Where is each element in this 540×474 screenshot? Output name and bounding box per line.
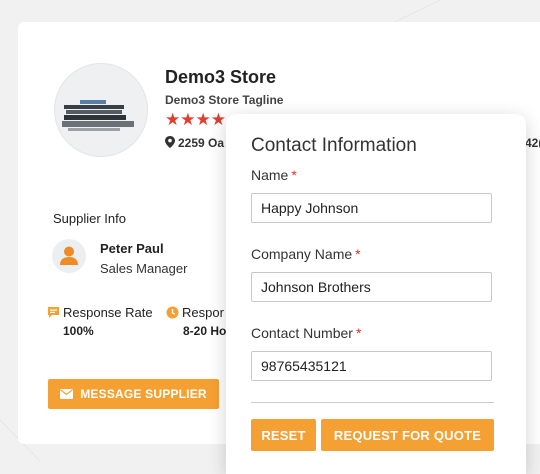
map-pin-icon — [165, 136, 175, 148]
store-rating: ★★★★ — [165, 110, 226, 129]
supplier-info-heading: Supplier Info — [53, 211, 126, 226]
supplier-role: Sales Manager — [100, 261, 188, 276]
address-text: 2259 Oa — [178, 136, 225, 150]
phone-field-label: Contact Number * — [251, 325, 362, 341]
company-field-label: Company Name * — [251, 246, 361, 262]
user-avatar-icon — [52, 239, 86, 273]
response-time-value: 8-20 Ho — [183, 324, 227, 338]
response-time-label: Respor — [166, 305, 224, 320]
store-tagline: Demo3 Store Tagline — [165, 93, 284, 107]
phone-input[interactable]: 98765435121 — [251, 351, 492, 381]
form-divider — [251, 402, 494, 403]
required-marker: * — [355, 246, 361, 262]
message-supplier-button[interactable]: MESSAGE SUPPLIER — [48, 379, 219, 409]
chat-icon — [48, 307, 59, 318]
reset-button[interactable]: RESET — [251, 419, 316, 451]
store-name: Demo3 Store — [165, 67, 277, 87]
envelope-icon — [60, 389, 74, 399]
store-logo — [54, 63, 148, 157]
required-marker: * — [355, 325, 362, 341]
name-field-label: Name * — [251, 167, 297, 183]
response-rate-label: Response Rate — [47, 305, 153, 320]
response-time-text: Respor — [182, 305, 224, 320]
company-input[interactable]: Johnson Brothers — [251, 272, 492, 302]
message-supplier-label: MESSAGE SUPPLIER — [80, 387, 207, 401]
response-rate-value: 100% — [63, 324, 94, 338]
request-quote-button[interactable]: REQUEST FOR QUOTE — [321, 419, 494, 451]
response-rate-text: Response Rate — [63, 305, 153, 320]
address-overflow-text: 42( — [525, 136, 540, 150]
supplier-name: Peter Paul — [100, 241, 164, 256]
clock-icon — [166, 306, 179, 319]
contact-form-title: Contact Information — [251, 135, 417, 156]
name-input[interactable]: Happy Johnson — [251, 193, 492, 223]
required-marker: * — [291, 167, 297, 183]
store-address: 2259 Oa — [165, 136, 224, 150]
